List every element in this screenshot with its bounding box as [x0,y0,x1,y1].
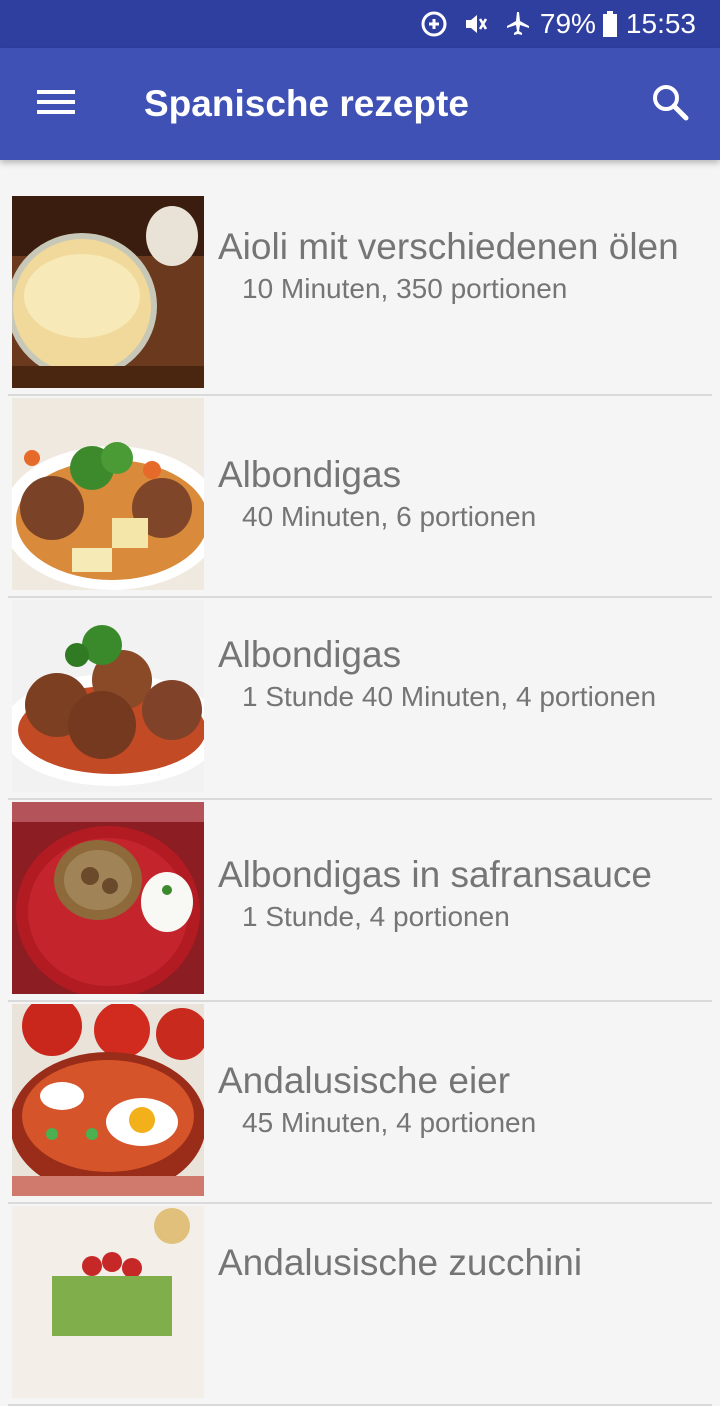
search-button[interactable] [640,78,700,130]
list-item[interactable]: Andalusische zucchini [8,1204,712,1406]
recipe-name: Albondigas [218,634,402,675]
hamburger-menu-icon [37,88,75,121]
recipe-thumbnail [12,1004,204,1196]
list-item[interactable]: Andalusische eier 45 Minuten, 4 portione… [8,1002,712,1204]
list-item[interactable]: Albondigas 1 Stunde 40 Minuten, 4 portio… [8,598,712,800]
recipe-name: Aioli mit verschiedenen ölen [218,226,679,267]
recipe-meta: 45 Minuten, 4 portionen [242,1107,537,1138]
battery-icon [602,10,618,38]
recipe-list: Aioli mit verschiedenen ölen 10 Minuten,… [0,194,720,1406]
airplane-mode-icon [504,10,532,38]
recipe-thumbnail [12,802,204,994]
recipe-thumbnail [12,600,204,792]
list-item[interactable]: Aioli mit verschiedenen ölen 10 Minuten,… [8,194,712,396]
recipe-meta: 40 Minuten, 6 portionen [242,501,537,532]
recipe-name: Andalusische eier [218,1060,511,1101]
battery-percent: 79% [539,8,596,39]
recipe-meta: 1 Stunde, 4 portionen [242,901,510,932]
status-bar: 79% 15:53 [0,0,720,48]
list-item[interactable]: Albondigas 40 Minuten, 6 portionen [8,396,712,598]
menu-button[interactable] [26,78,86,130]
recipe-name: Andalusische zucchini [218,1242,583,1283]
recipe-name: Albondigas [218,454,402,495]
recipe-name: Albondigas in safransauce [218,854,653,895]
data-saver-icon [420,10,448,38]
recipe-meta: 1 Stunde 40 Minuten, 4 portionen [242,681,657,712]
app-bar: Spanische rezepte [0,48,720,160]
recipe-thumbnail [12,1206,204,1398]
recipe-thumbnail [12,196,204,388]
clock: 15:53 [625,8,696,39]
search-icon [651,83,689,126]
recipe-thumbnail [12,398,204,590]
mute-icon [462,10,490,38]
app-title: Spanische rezepte [144,83,469,124]
recipe-meta: 10 Minuten, 350 portionen [242,273,568,304]
list-item[interactable]: Albondigas in safransauce 1 Stunde, 4 po… [8,800,712,1002]
